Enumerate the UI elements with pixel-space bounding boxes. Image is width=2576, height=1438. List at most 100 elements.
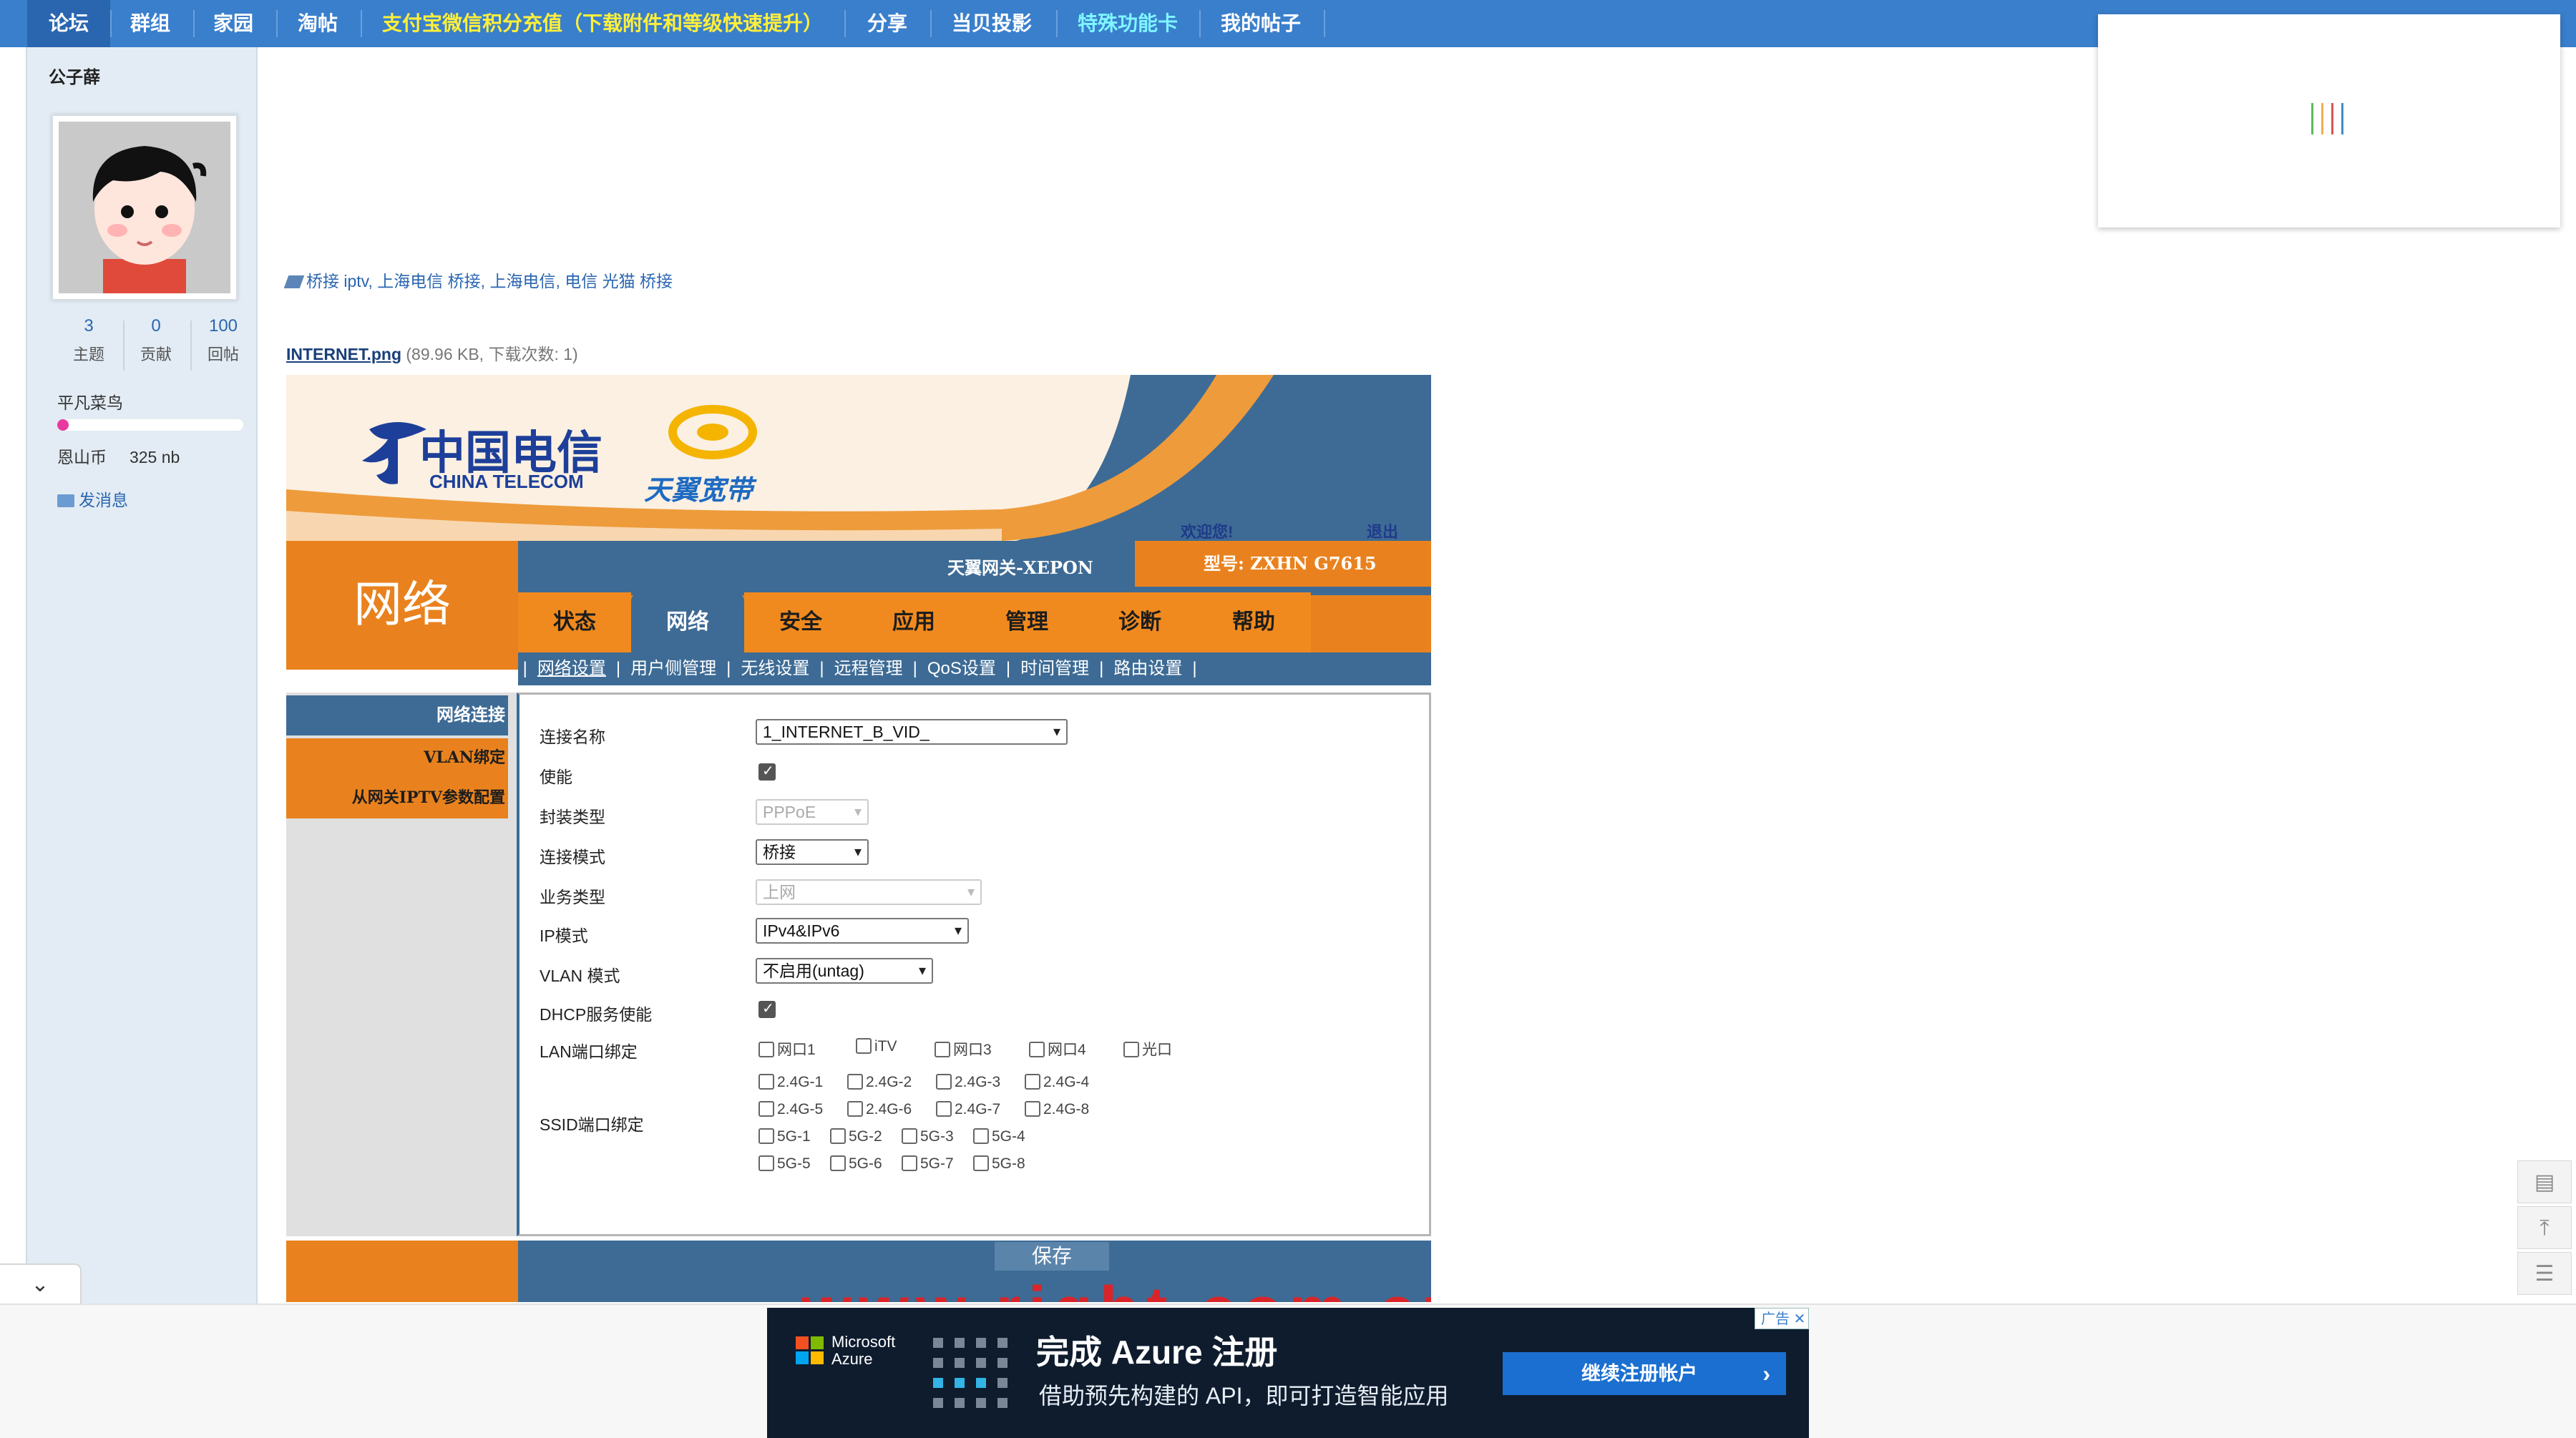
microsoft-logo-icon	[796, 1336, 824, 1369]
menu-iptv-config[interactable]: 从网关IPTV参数配置	[286, 777, 508, 818]
ipmode-select[interactable]: IPv4&IPv6 ▾	[756, 918, 969, 944]
subnav-routing[interactable]: 路由设置	[1103, 652, 1192, 685]
ssid-checkbox[interactable]: 2.4G-6	[847, 1101, 912, 1118]
ssid-checkbox[interactable]: 5G-4	[973, 1128, 1025, 1145]
collapse-button[interactable]: ⌄	[0, 1263, 82, 1304]
tab-diagnosis[interactable]: 诊断	[1083, 592, 1196, 652]
attachment-link[interactable]: INTERNET.png	[286, 345, 401, 363]
dhcp-checkbox[interactable]	[758, 999, 776, 1018]
checkbox-box	[847, 1101, 863, 1117]
nav-divider	[844, 10, 846, 37]
ssid-checkbox[interactable]: 2.4G-1	[758, 1074, 823, 1091]
select-value: PPPoE	[763, 803, 816, 821]
avatar[interactable]	[52, 114, 238, 300]
ssid-checkbox[interactable]: 5G-6	[830, 1155, 882, 1173]
subnav-qos[interactable]: QoS设置	[917, 652, 1006, 685]
tab-application[interactable]: 应用	[857, 592, 970, 652]
ssid-checkbox[interactable]: 2.4G-3	[936, 1074, 1000, 1091]
lan-port-checkbox[interactable]: 网口1	[758, 1038, 816, 1060]
user-sidebar: 公子薛 3 主题 0 贡献 100 回帖 平凡菜鸟 恩山币 325 nb 发消息	[26, 47, 258, 1306]
nav-my-posts[interactable]: 我的帖子	[1221, 0, 1301, 47]
nav-special-cards[interactable]: 特殊功能卡	[1078, 0, 1178, 47]
nav-label: 家园	[213, 12, 254, 34]
checkbox-box	[758, 1101, 774, 1117]
lan-port-checkbox[interactable]: 网口3	[935, 1038, 992, 1060]
service-select[interactable]: 上网 ▾	[756, 879, 982, 905]
lan-port-checkbox[interactable]: 网口4	[1029, 1038, 1086, 1060]
comment-icon: ▤	[2534, 1170, 2555, 1194]
menu-vlan-binding[interactable]: VLAN绑定	[286, 738, 508, 777]
nav-taotie[interactable]: 淘帖	[298, 0, 338, 47]
tab-status[interactable]: 状态	[518, 592, 631, 652]
back-to-top-button[interactable]: ⤒	[2517, 1206, 2572, 1249]
tag-link[interactable]: 上海电信	[489, 272, 555, 290]
nav-forum[interactable]: 论坛	[27, 0, 110, 47]
subnav-user-side[interactable]: 用户侧管理	[620, 652, 726, 685]
nav-dangbei[interactable]: 当贝投影	[952, 0, 1032, 47]
stat-contrib[interactable]: 0 贡献	[123, 316, 189, 365]
username[interactable]: 公子薛	[49, 63, 100, 88]
checkbox-box	[935, 1042, 950, 1057]
nav-recharge[interactable]: 支付宝微信积分充值（下载附件和等级快速提升）	[382, 0, 823, 47]
ad-cta-button[interactable]: 继续注册帐户 ›	[1503, 1352, 1786, 1395]
tag-link[interactable]: 电信 光猫 桥接	[565, 272, 673, 290]
save-button[interactable]: 保存	[995, 1242, 1109, 1271]
tab-help[interactable]: 帮助	[1196, 592, 1311, 652]
logout-link[interactable]: 退出	[1367, 519, 1398, 542]
tab-management[interactable]: 管理	[970, 592, 1083, 652]
ssid-checkbox[interactable]: 5G-7	[902, 1155, 954, 1173]
tab-security[interactable]: 安全	[744, 592, 857, 652]
tianyi-brand: 天翼宽带	[644, 476, 753, 506]
tag-link[interactable]: 上海电信 桥接	[377, 272, 480, 290]
subnav-time[interactable]: 时间管理	[1010, 652, 1099, 685]
ssid-checkbox[interactable]: 5G-1	[758, 1128, 811, 1145]
nav-home[interactable]: 家园	[213, 0, 253, 47]
checkbox-box	[902, 1155, 917, 1171]
close-icon[interactable]: ✕	[1794, 1311, 1806, 1327]
lan-port-checkbox[interactable]: 光口	[1123, 1038, 1172, 1060]
comment-button[interactable]: ▤	[2517, 1160, 2572, 1203]
nav-groups[interactable]: 群组	[130, 0, 170, 47]
conn-name-select[interactable]: 1_INTERNET_B_VID_ ▾	[756, 719, 1068, 745]
vlan-select[interactable]: 不启用(untag) ▾	[756, 958, 933, 984]
ssid-checkbox[interactable]: 5G-8	[973, 1155, 1025, 1173]
subnav-network-settings[interactable]: 网络设置	[527, 652, 616, 685]
lan-port-checkbox[interactable]: iTV	[856, 1038, 897, 1055]
tab-network[interactable]: 网络	[631, 592, 744, 652]
menu-network-connection[interactable]: 网络连接	[286, 695, 508, 735]
subnav-remote[interactable]: 远程管理	[824, 652, 913, 685]
checkbox-label: 5G-8	[992, 1155, 1025, 1172]
azure-ad-banner[interactable]: 广告 ✕ Microsoft Azure 完成 Azure 注册 借助预先构建的…	[767, 1308, 1809, 1438]
encap-select[interactable]: PPPoE ▾	[756, 799, 869, 825]
stat-replies[interactable]: 100 回帖	[190, 316, 256, 365]
ssid-checkbox[interactable]: 2.4G-7	[936, 1101, 1000, 1118]
nav-divider	[110, 10, 112, 37]
user-rank[interactable]: 平凡菜鸟	[57, 389, 123, 414]
ssid-checkbox[interactable]: 2.4G-5	[758, 1101, 823, 1118]
ssid-checkbox[interactable]: 2.4G-2	[847, 1074, 912, 1091]
router-screenshot[interactable]: 中国电信 CHINA TELECOM 天翼宽带 欢迎您! 退出 天翼网关-XEP…	[286, 375, 1431, 1302]
subnav-wireless[interactable]: 无线设置	[731, 652, 819, 685]
ssid-checkbox[interactable]: 5G-3	[902, 1128, 954, 1145]
enable-checkbox[interactable]	[758, 762, 776, 781]
ssid-checkbox[interactable]: 2.4G-8	[1025, 1101, 1089, 1118]
ssid-checkbox[interactable]: 2.4G-4	[1025, 1074, 1089, 1091]
select-value: 不启用(untag)	[763, 962, 864, 980]
nav-divider	[193, 10, 195, 37]
stat-value: 3	[84, 316, 94, 336]
mode-select[interactable]: 桥接 ▾	[756, 839, 869, 865]
list-button[interactable]: ☰	[2517, 1252, 2572, 1295]
tag-link[interactable]: 桥接 iptv	[306, 272, 368, 290]
checkbox-label: 5G-4	[992, 1128, 1025, 1145]
ssid-checkbox[interactable]: 5G-5	[758, 1155, 811, 1173]
checkbox-label: 网口1	[777, 1042, 816, 1058]
nav-share[interactable]: 分享	[867, 0, 907, 47]
connection-form: 连接名称 1_INTERNET_B_VID_ ▾ 使能 封装类型 PPPoE ▾ 连…	[517, 693, 1431, 1236]
ad-badge[interactable]: 广告 ✕	[1755, 1308, 1809, 1329]
checkbox-box	[1025, 1101, 1040, 1117]
send-message-link[interactable]: 发消息	[57, 486, 128, 511]
stat-threads[interactable]: 3 主题	[56, 316, 122, 365]
checkbox-box	[1123, 1042, 1139, 1057]
ssid-checkbox[interactable]: 5G-2	[830, 1128, 882, 1145]
checkbox-box	[936, 1074, 952, 1090]
